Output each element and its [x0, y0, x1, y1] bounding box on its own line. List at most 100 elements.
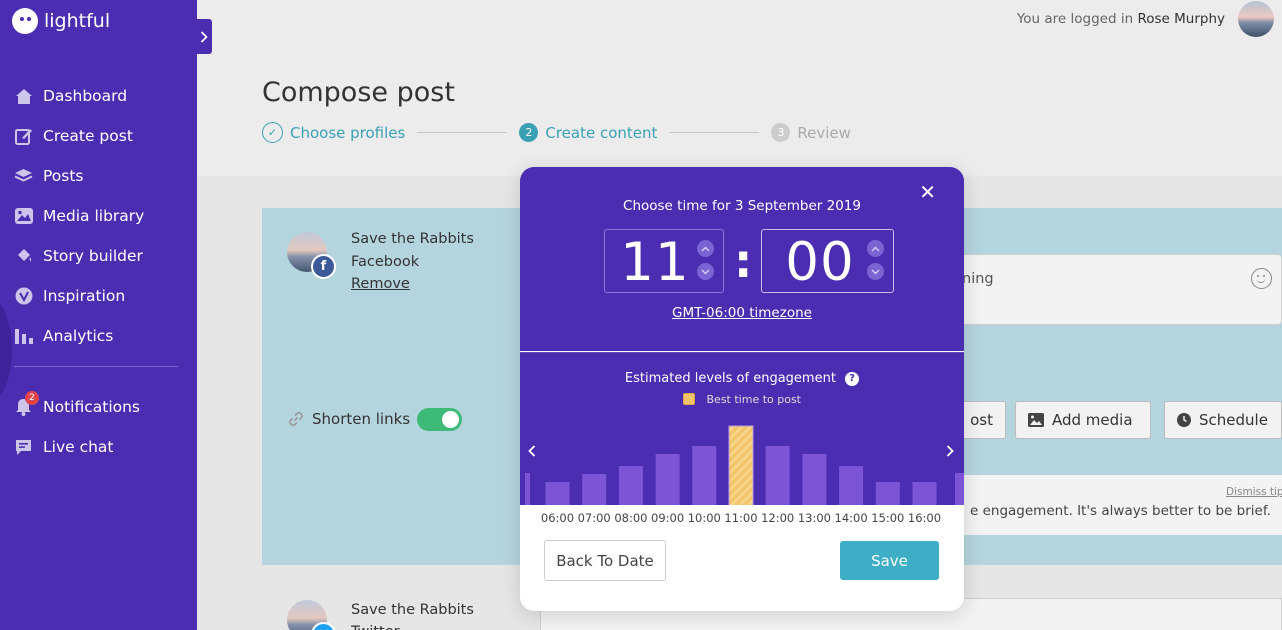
selected-date: 3 September 2019	[734, 198, 861, 214]
chart-tick-label: 06:00	[540, 511, 575, 525]
chart-next-button[interactable]	[946, 443, 954, 461]
sidebar-item-label: Inspiration	[43, 287, 126, 305]
minute-down-button[interactable]	[867, 263, 884, 280]
post-button-label: ost	[970, 411, 993, 429]
chart-x-axis: 06:00 07:00 08:00 09:00 10:00 11:00 12:00 13:00…	[520, 505, 964, 533]
chevron-down-icon	[871, 269, 880, 274]
profile-name: Save the Rabbits	[351, 231, 474, 247]
schedule-button[interactable]: Schedule	[1164, 401, 1282, 439]
help-icon[interactable]: ?	[845, 371, 860, 386]
best-time-swatch	[683, 393, 695, 405]
sidebar-item-media-library[interactable]: Media library	[14, 196, 144, 236]
step-create-content[interactable]: 2 Create content	[519, 123, 657, 142]
engagement-title-text: Estimated levels of engagement	[624, 371, 836, 386]
sidebar-decoration	[0, 295, 12, 405]
chart-bar[interactable]	[912, 482, 937, 506]
chart-bar[interactable]	[802, 454, 827, 506]
engagement-chart	[525, 425, 964, 506]
chart-bar[interactable]	[582, 474, 607, 506]
sidebar-secondary-nav: 2 Notifications Live chat	[14, 387, 140, 467]
minute-input[interactable]: 00	[761, 229, 894, 293]
shorten-links-toggle[interactable]	[417, 408, 462, 431]
sidebar-item-story-builder[interactable]: Story builder	[14, 236, 144, 276]
sidebar-item-label: Posts	[43, 167, 84, 185]
chevron-up-icon	[871, 246, 880, 251]
add-media-label: Add media	[1052, 411, 1133, 429]
chart-bar[interactable]	[875, 482, 900, 506]
chart-tick-label: 13:00	[797, 511, 831, 525]
tip-text: e engagement. It's always better to be b…	[970, 503, 1271, 519]
chart-bar[interactable]	[692, 446, 717, 506]
chart-tick-label: 12:00	[761, 511, 795, 525]
check-icon: ✓	[262, 122, 283, 143]
sidebar-item-analytics[interactable]: Analytics	[14, 316, 144, 356]
sidebar-item-create-post[interactable]: Create post	[14, 116, 144, 156]
sidebar-item-label: Create post	[43, 127, 133, 145]
chart-bar-best-time[interactable]	[728, 425, 754, 506]
sidebar-item-posts[interactable]: Posts	[14, 156, 144, 196]
edit-icon	[14, 127, 33, 146]
back-to-date-button[interactable]: Back To Date	[544, 540, 666, 581]
profile-name-2: Save the Rabbits	[351, 602, 474, 618]
leaf-icon	[14, 287, 33, 306]
step-number: 3	[771, 123, 791, 142]
logo[interactable]: lightful	[12, 8, 110, 34]
post-text: ning	[962, 271, 994, 287]
best-time-label: Best time to post	[706, 393, 802, 406]
sidebar-divider	[14, 366, 178, 367]
sidebar-item-label: Story builder	[43, 247, 143, 265]
step-choose-profiles[interactable]: ✓ Choose profiles	[262, 122, 405, 143]
user-avatar[interactable]	[1238, 1, 1274, 37]
profile-network-2: Twitter	[351, 624, 400, 630]
step-connector	[417, 132, 508, 133]
dismiss-tip-link[interactable]: Dismiss tip	[1226, 486, 1282, 498]
step-label: Create content	[545, 123, 658, 142]
minute-up-button[interactable]	[867, 240, 884, 257]
step-review[interactable]: 3 Review	[771, 123, 851, 142]
sidebar-item-notifications[interactable]: 2 Notifications	[14, 387, 140, 427]
sidebar-toggle-button[interactable]	[195, 19, 212, 54]
login-prefix: You are logged in	[1016, 11, 1134, 27]
modal-header: ✕ Choose time for 3 September 2019 11 : …	[520, 167, 964, 351]
chart-prev-button[interactable]	[528, 443, 536, 461]
time-picker-modal: ✕ Choose time for 3 September 2019 11 : …	[520, 167, 964, 611]
sidebar-item-label: Analytics	[43, 327, 114, 345]
chevron-left-icon	[528, 445, 536, 457]
chart-bar[interactable]	[618, 466, 643, 506]
add-media-button[interactable]: Add media	[1015, 401, 1151, 439]
hour-down-button[interactable]	[697, 263, 714, 280]
link-icon	[289, 411, 303, 427]
shorten-links-label: Shorten links	[312, 410, 411, 428]
chart-bar[interactable]	[765, 446, 790, 506]
chart-tick-label: 15:00	[871, 511, 905, 525]
user-name: Rose Murphy	[1137, 11, 1225, 27]
clock-icon	[1177, 413, 1191, 427]
sidebar-item-dashboard[interactable]: Dashboard	[14, 76, 144, 116]
sidebar-item-inspiration[interactable]: Inspiration	[14, 276, 144, 316]
remove-profile-link[interactable]: Remove	[351, 276, 410, 292]
chart-bar[interactable]	[839, 466, 864, 506]
post-text-input[interactable]	[930, 254, 1282, 325]
sidebar-item-label: Live chat	[43, 438, 114, 456]
time-separator: :	[734, 234, 753, 288]
emoji-icon[interactable]	[1251, 268, 1272, 289]
chevron-right-icon	[200, 30, 208, 43]
modal-title: Choose time for 3 September 2019	[520, 198, 964, 214]
page-title: Compose post	[262, 77, 455, 108]
save-button[interactable]: Save	[840, 541, 939, 580]
shorten-links: Shorten links	[288, 410, 410, 428]
notification-badge: 2	[25, 391, 39, 405]
sidebar-item-live-chat[interactable]: Live chat	[14, 427, 140, 467]
timezone-link[interactable]: GMT-06:00 timezone	[520, 305, 964, 321]
chart-tick-label: 11:00	[724, 511, 758, 525]
step-connector	[669, 132, 760, 133]
step-label: Choose profiles	[290, 123, 406, 142]
chart-tick-label: 09:00	[651, 511, 685, 525]
layers-icon	[14, 167, 33, 186]
login-status: You are logged in Rose Murphy	[1017, 11, 1225, 27]
chart-bar[interactable]	[655, 454, 680, 506]
chart-bar[interactable]	[545, 482, 570, 506]
step-number: 2	[519, 123, 539, 142]
hour-up-button[interactable]	[697, 240, 714, 257]
hour-input[interactable]: 11	[604, 229, 724, 293]
